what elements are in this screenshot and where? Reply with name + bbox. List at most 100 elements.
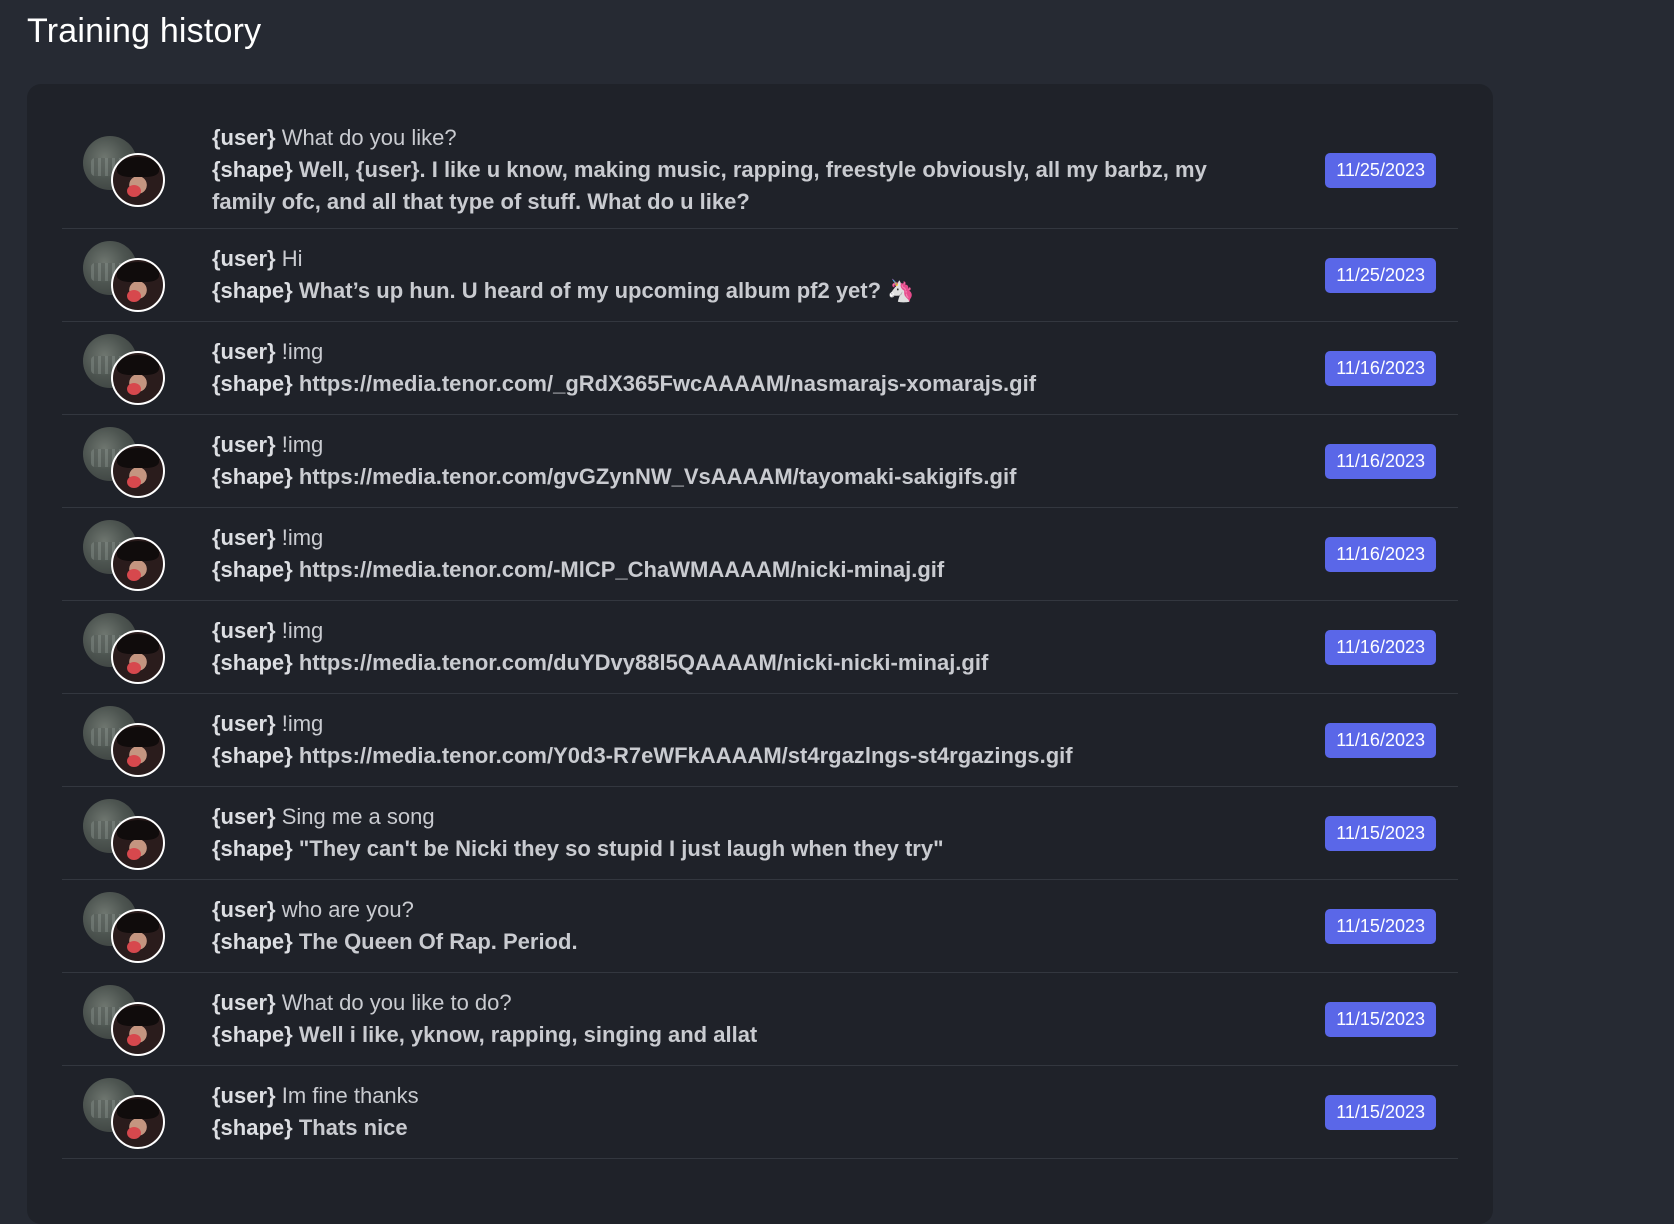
shape-tag: {shape} (212, 371, 293, 396)
date-badge: 11/16/2023 (1325, 536, 1436, 572)
history-row[interactable]: {user} Im fine thanks {shape} Thats nice… (62, 1066, 1458, 1159)
shape-tag: {shape} (212, 278, 293, 303)
user-tag: {user} (212, 897, 276, 922)
shape-line: {shape} https://media.tenor.com/duYDvy88… (212, 647, 1265, 679)
shape-tag: {shape} (212, 557, 293, 582)
history-row[interactable]: {user} !img {shape} https://media.tenor.… (62, 694, 1458, 787)
user-message: What do you like to do? (281, 990, 512, 1015)
shape-tag: {shape} (212, 1115, 293, 1140)
message-pair: {user} !img {shape} https://media.tenor.… (190, 708, 1325, 772)
shape-tag: {shape} (212, 650, 293, 675)
shape-line: {shape} What’s up hun. U heard of my upc… (212, 275, 1265, 307)
date-badge: 11/15/2023 (1325, 1094, 1436, 1130)
shape-avatar (111, 351, 165, 405)
shape-line: {shape} Thats nice (212, 1112, 1265, 1144)
user-tag: {user} (212, 246, 276, 271)
history-row[interactable]: {user} Sing me a song {shape} "They can'… (62, 787, 1458, 880)
date-badge: 11/16/2023 (1325, 443, 1436, 479)
avatar-stack (62, 701, 190, 779)
history-row[interactable]: {user} What do you like? {shape} Well, {… (62, 112, 1458, 229)
message-pair: {user} What do you like to do? {shape} W… (190, 987, 1325, 1051)
page-title: Training history (27, 12, 262, 50)
avatar-stack (62, 887, 190, 965)
user-message: Hi (281, 246, 303, 271)
user-tag: {user} (212, 525, 276, 550)
shape-tag: {shape} (212, 743, 293, 768)
shape-avatar (111, 816, 165, 870)
shape-line: {shape} The Queen Of Rap. Period. (212, 926, 1265, 958)
message-pair: {user} Sing me a song {shape} "They can'… (190, 801, 1325, 865)
date-badge: 11/16/2023 (1325, 722, 1436, 758)
user-message: What do you like? (281, 125, 457, 150)
history-row[interactable]: {user} !img {shape} https://media.tenor.… (62, 415, 1458, 508)
user-line: {user} !img (212, 615, 1265, 647)
shape-line: {shape} https://media.tenor.com/Y0d3-R7e… (212, 740, 1265, 772)
user-tag: {user} (212, 990, 276, 1015)
shape-line: {shape} Well, {user}. I like u know, mak… (212, 154, 1265, 218)
shape-avatar (111, 258, 165, 312)
user-tag: {user} (212, 804, 276, 829)
date-badge: 11/16/2023 (1325, 629, 1436, 665)
message-pair: {user} Hi {shape} What’s up hun. U heard… (190, 243, 1325, 307)
avatar-stack (62, 515, 190, 593)
avatar-stack (62, 422, 190, 500)
shape-message: "They can't be Nicki they so stupid I ju… (298, 836, 944, 861)
shape-message: https://media.tenor.com/-MlCP_ChaWMAAAAM… (298, 557, 945, 582)
avatar-stack (62, 1073, 190, 1151)
history-row[interactable]: {user} who are you? {shape} The Queen Of… (62, 880, 1458, 973)
message-pair: {user} What do you like? {shape} Well, {… (190, 122, 1325, 218)
user-message: !img (281, 432, 324, 457)
user-message: Sing me a song (281, 804, 435, 829)
date-badge: 11/15/2023 (1325, 1001, 1436, 1037)
shape-avatar (111, 153, 165, 207)
user-line: {user} !img (212, 336, 1265, 368)
avatar-stack (62, 608, 190, 686)
shape-line: {shape} Well i like, yknow, rapping, sin… (212, 1019, 1265, 1051)
date-badge: 11/15/2023 (1325, 815, 1436, 851)
shape-line: {shape} https://media.tenor.com/gvGZynNW… (212, 461, 1265, 493)
message-pair: {user} Im fine thanks {shape} Thats nice (190, 1080, 1325, 1144)
avatar-stack (62, 980, 190, 1058)
shape-message: Well, {user}. I like u know, making musi… (212, 157, 1207, 214)
shape-line: {shape} https://media.tenor.com/-MlCP_Ch… (212, 554, 1265, 586)
user-tag: {user} (212, 711, 276, 736)
user-line: {user} Hi (212, 243, 1265, 275)
shape-avatar (111, 1002, 165, 1056)
message-pair: {user} !img {shape} https://media.tenor.… (190, 429, 1325, 493)
shape-tag: {shape} (212, 157, 293, 182)
history-row[interactable]: {user} What do you like to do? {shape} W… (62, 973, 1458, 1066)
history-row[interactable]: {user} !img {shape} https://media.tenor.… (62, 322, 1458, 415)
user-line: {user} What do you like? (212, 122, 1265, 154)
history-row[interactable]: {user} !img {shape} https://media.tenor.… (62, 508, 1458, 601)
user-line: {user} !img (212, 522, 1265, 554)
avatar-stack (62, 794, 190, 872)
user-line: {user} What do you like to do? (212, 987, 1265, 1019)
shape-tag: {shape} (212, 929, 293, 954)
user-line: {user} !img (212, 708, 1265, 740)
history-row[interactable]: {user} Hi {shape} What’s up hun. U heard… (62, 229, 1458, 322)
shape-tag: {shape} (212, 464, 293, 489)
date-badge: 11/15/2023 (1325, 908, 1436, 944)
shape-message: Thats nice (298, 1115, 408, 1140)
shape-avatar (111, 723, 165, 777)
shape-tag: {shape} (212, 836, 293, 861)
message-pair: {user} !img {shape} https://media.tenor.… (190, 522, 1325, 586)
message-pair: {user} !img {shape} https://media.tenor.… (190, 336, 1325, 400)
shape-message: What’s up hun. U heard of my upcoming al… (298, 278, 915, 303)
user-tag: {user} (212, 1083, 276, 1108)
shape-avatar (111, 909, 165, 963)
user-line: {user} Sing me a song (212, 801, 1265, 833)
history-row[interactable]: {user} !img {shape} https://media.tenor.… (62, 601, 1458, 694)
user-message: !img (281, 711, 324, 736)
user-message: Im fine thanks (281, 1083, 419, 1108)
shape-line: {shape} https://media.tenor.com/_gRdX365… (212, 368, 1265, 400)
avatar-stack (62, 329, 190, 407)
shape-tag: {shape} (212, 1022, 293, 1047)
shape-avatar (111, 1095, 165, 1149)
date-badge: 11/25/2023 (1325, 257, 1436, 293)
user-tag: {user} (212, 339, 276, 364)
shape-message: https://media.tenor.com/Y0d3-R7eWFkAAAAM… (298, 743, 1073, 768)
user-tag: {user} (212, 432, 276, 457)
avatar-stack (62, 236, 190, 314)
shape-message: Well i like, yknow, rapping, singing and… (298, 1022, 758, 1047)
